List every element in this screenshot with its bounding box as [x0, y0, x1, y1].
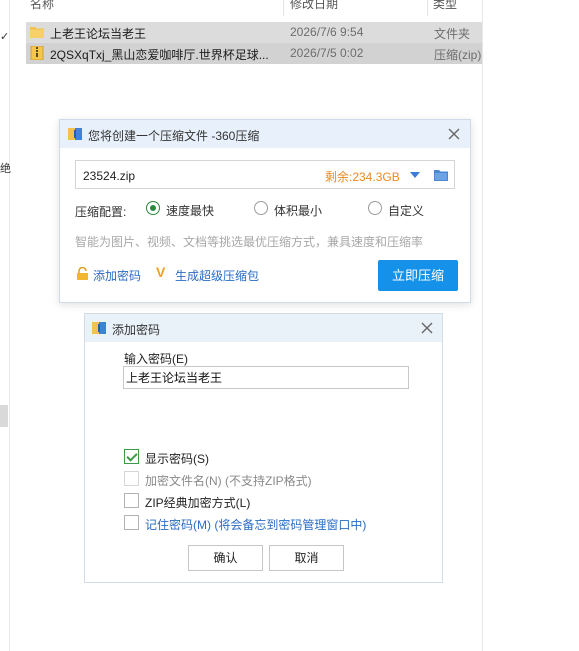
cancel-button[interactable]: 取消 [269, 545, 344, 571]
confirm-button[interactable]: 确认 [188, 545, 263, 571]
folder-icon [30, 27, 44, 38]
free-space-label: 剩余:234.3GB [325, 170, 400, 184]
file-name: 上老王论坛当老王 [50, 27, 147, 41]
checkbox-label: 加密文件名(N) (不支持ZIP格式) [145, 474, 312, 488]
360zip-app-icon [92, 322, 106, 334]
password-dialog-titlebar[interactable]: 添加密码 [85, 314, 442, 342]
radio-button[interactable] [368, 201, 382, 215]
file-row[interactable]: 上老王论坛当老王 2026/7/6 9:54 文件夹 [26, 22, 482, 43]
column-header-name[interactable]: 名称 [30, 0, 54, 14]
radio-button[interactable] [146, 201, 160, 215]
super-package-label: 生成超级压缩包 [175, 269, 260, 283]
compress-dialog-titlebar[interactable]: 您将创建一个压缩文件 -360压缩 [60, 120, 470, 148]
column-header-type[interactable]: 类型 [433, 0, 457, 14]
column-separator[interactable] [283, 0, 284, 16]
file-date: 2026/7/5 0:02 [290, 46, 364, 60]
column-separator[interactable] [427, 0, 428, 16]
radio-label: 速度最快 [166, 204, 215, 218]
compress-dialog-title: 您将创建一个压缩文件 -360压缩 [88, 129, 260, 143]
nav-pane-scrollbar[interactable] [0, 405, 8, 427]
compress-dialog: 您将创建一个压缩文件 -360压缩 23524.zip 剩余:234.3GB 压… [59, 119, 471, 303]
zip-file-icon [30, 46, 44, 60]
browse-folder-icon[interactable] [434, 169, 448, 181]
navigation-pane: ✓ 绝 [0, 0, 11, 651]
close-icon[interactable] [447, 127, 461, 141]
nav-pane-text: 绝 [0, 163, 11, 175]
archive-path-field[interactable]: 23524.zip 剩余:234.3GB [75, 160, 455, 189]
file-name: 2QSXqTxj_黑山恋爱咖啡厅.世界杯足球... [50, 48, 269, 62]
file-list-right-border [482, 0, 483, 651]
password-dialog-title: 添加密码 [112, 323, 161, 337]
close-icon[interactable] [420, 321, 434, 335]
file-type: 压缩(zip) [434, 48, 482, 62]
checkbox[interactable] [124, 449, 139, 464]
checkbox-label: ZIP经典加密方式(L) [145, 496, 251, 510]
checkbox-label: 显示密码(S) [145, 452, 209, 466]
360zip-app-icon [68, 128, 82, 140]
checkbox-label: 记住密码(M) (将会备忘到密码管理窗口中) [145, 518, 367, 532]
radio-label: 自定义 [388, 204, 425, 218]
screen: ✓ 绝 名称 修改日期 类型 上老王论坛当老王 2026/7/6 9:54 文件… [0, 0, 579, 651]
vip-icon: V [156, 264, 166, 280]
password-input-label: 输入密码(E) [124, 352, 188, 366]
file-row[interactable]: 2QSXqTxj_黑山恋爱咖啡厅.世界杯足球... 2026/7/5 0:02 … [26, 43, 482, 64]
radio-label: 体积最小 [274, 204, 323, 218]
checkbox[interactable] [124, 493, 139, 508]
checkbox[interactable] [124, 515, 139, 530]
compress-now-button[interactable]: 立即压缩 [378, 260, 458, 291]
radio-button[interactable] [254, 201, 268, 215]
compress-config-label: 压缩配置: [75, 205, 127, 219]
archive-filename[interactable]: 23524.zip [83, 169, 135, 183]
file-date: 2026/7/6 9:54 [290, 25, 364, 39]
checkbox[interactable] [124, 471, 139, 486]
compress-hint-text: 智能为图片、视频、文档等挑选最优压缩方式，兼具速度和压缩率 [75, 235, 424, 249]
file-type: 文件夹 [434, 27, 471, 41]
column-header-date[interactable]: 修改日期 [290, 0, 338, 14]
password-input[interactable] [123, 366, 409, 389]
lock-icon [77, 267, 88, 280]
password-dialog: 添加密码 输入密码(E) 显示密码(S) 加密文件名(N) (不支持ZIP格式)… [84, 313, 443, 583]
chevron-down-icon[interactable] [410, 172, 420, 178]
nav-pane-mark: ✓ [0, 31, 10, 43]
add-password-label: 添加密码 [93, 269, 142, 283]
